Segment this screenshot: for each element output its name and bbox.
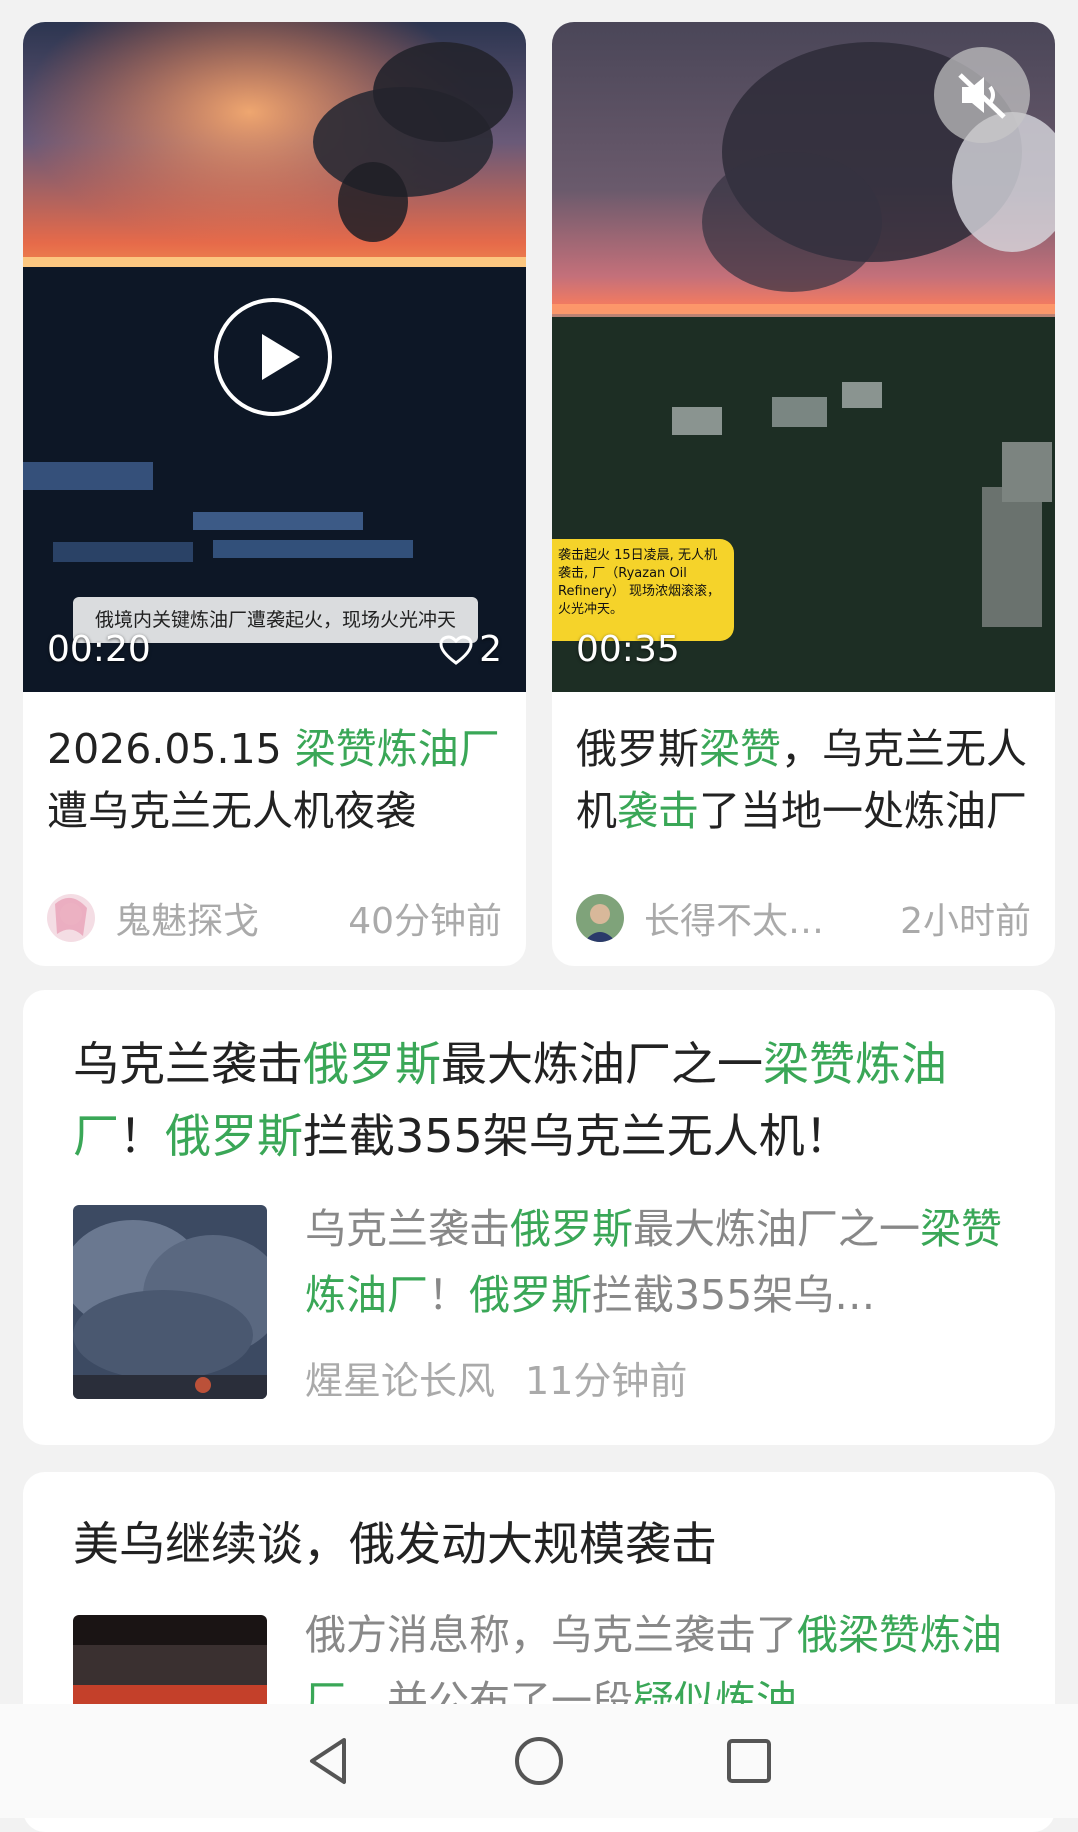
summary-highlight: 俄罗斯 (469, 1271, 592, 1319)
recents-button[interactable] (719, 1731, 779, 1791)
avatar[interactable] (576, 894, 624, 942)
title-text: 了当地一处炼油厂 (699, 787, 1027, 835)
post-time: 2小时前 (900, 901, 1031, 942)
title-text: 美乌继续谈，俄发动大规模袭击 (73, 1517, 717, 1571)
summary-text: 最大炼油厂之一 (633, 1205, 920, 1253)
title-highlight: 俄罗斯 (165, 1109, 303, 1163)
video-duration: 00:20 (47, 629, 151, 670)
article-thumbnail[interactable] (73, 1205, 267, 1399)
title-highlight: 梁赞炼油厂 (294, 725, 500, 773)
recents-square-icon[interactable] (724, 1736, 774, 1786)
video-card-1[interactable]: 俄境内关键炼油厂遭袭起火，现场火光冲天 00:20 2 2026.05.15 梁… (23, 22, 526, 966)
title-text: 2026.05.15 (47, 725, 295, 773)
title-text: 俄罗斯 (576, 725, 699, 773)
author-name[interactable]: 长得不太… (644, 892, 890, 944)
video-text-overlay: 袭击起火 15日凌晨, 无人机袭击, 厂（Ryazan Oil Refinery… (552, 539, 734, 641)
speaker-muted-icon[interactable] (934, 47, 1030, 143)
post-time: 11分钟前 (525, 1359, 688, 1403)
summary-text: 拦截355架乌… (592, 1271, 876, 1319)
article-meta: 煋星论长风 11分钟前 (305, 1350, 687, 1405)
article-title[interactable]: 美乌继续谈，俄发动大规模袭击 (73, 1508, 1023, 1580)
title-text: 乌克兰袭击 (73, 1037, 303, 1091)
like-count[interactable]: 2 (439, 629, 502, 670)
video-thumbnail[interactable]: 袭击起火 15日凌晨, 无人机袭击, 厂（Ryazan Oil Refinery… (552, 22, 1055, 692)
summary-text: ！ (428, 1271, 469, 1319)
title-text: 拦截355架乌克兰无人机！ (303, 1109, 851, 1163)
video-thumbnail[interactable]: 俄境内关键炼油厂遭袭起火，现场火光冲天 00:20 2 (23, 22, 526, 692)
title-highlight: 袭击 (617, 787, 699, 835)
video-title[interactable]: 俄罗斯梁赞，乌克兰无人机袭击了当地一处炼油厂 (576, 718, 1031, 842)
system-navigation-bar (0, 1704, 1078, 1818)
summary-text: 乌克兰袭击 (305, 1205, 510, 1253)
video-title[interactable]: 2026.05.15 梁赞炼油厂遭乌克兰无人机夜袭 (47, 718, 502, 842)
post-time: 40分钟前 (348, 901, 502, 942)
video-card-2[interactable]: 袭击起火 15日凌晨, 无人机袭击, 厂（Ryazan Oil Refinery… (552, 22, 1055, 966)
smoke-cloud-image (73, 1205, 267, 1399)
back-triangle-icon[interactable] (304, 1734, 354, 1788)
avatar[interactable] (47, 894, 95, 942)
title-text: 遭乌克兰无人机夜袭 (47, 787, 416, 835)
video-duration: 00:35 (576, 629, 680, 670)
title-highlight: 梁赞 (699, 725, 781, 773)
title-text: ！ (119, 1109, 165, 1163)
mute-button[interactable] (934, 47, 1030, 143)
author-name[interactable]: 煋星论长风 (305, 1359, 495, 1403)
article-title[interactable]: 乌克兰袭击俄罗斯最大炼油厂之一梁赞炼油厂！俄罗斯拦截355架乌克兰无人机！ (73, 1028, 1023, 1172)
like-count-value: 2 (479, 629, 502, 670)
title-highlight: 俄罗斯 (303, 1037, 441, 1091)
article-card-1[interactable]: 乌克兰袭击俄罗斯最大炼油厂之一梁赞炼油厂！俄罗斯拦截355架乌克兰无人机！ 乌克… (23, 990, 1055, 1445)
article-summary: 乌克兰袭击俄罗斯最大炼油厂之一梁赞炼油厂！俄罗斯拦截355架乌… (305, 1196, 1005, 1328)
summary-highlight: 俄罗斯 (510, 1205, 633, 1253)
home-circle-icon[interactable] (512, 1734, 566, 1788)
home-button[interactable] (509, 1731, 569, 1791)
play-button[interactable] (214, 298, 332, 416)
video-meta: 鬼魅探戈 40分钟前 (47, 888, 502, 948)
summary-text: 俄方消息称，乌克兰袭击了 (305, 1611, 797, 1659)
back-button[interactable] (299, 1731, 359, 1791)
video-meta: 长得不太… 2小时前 (576, 888, 1031, 948)
title-text: 最大炼油厂之一 (441, 1037, 763, 1091)
author-name[interactable]: 鬼魅探戈 (115, 892, 338, 944)
heart-icon[interactable] (439, 634, 473, 665)
